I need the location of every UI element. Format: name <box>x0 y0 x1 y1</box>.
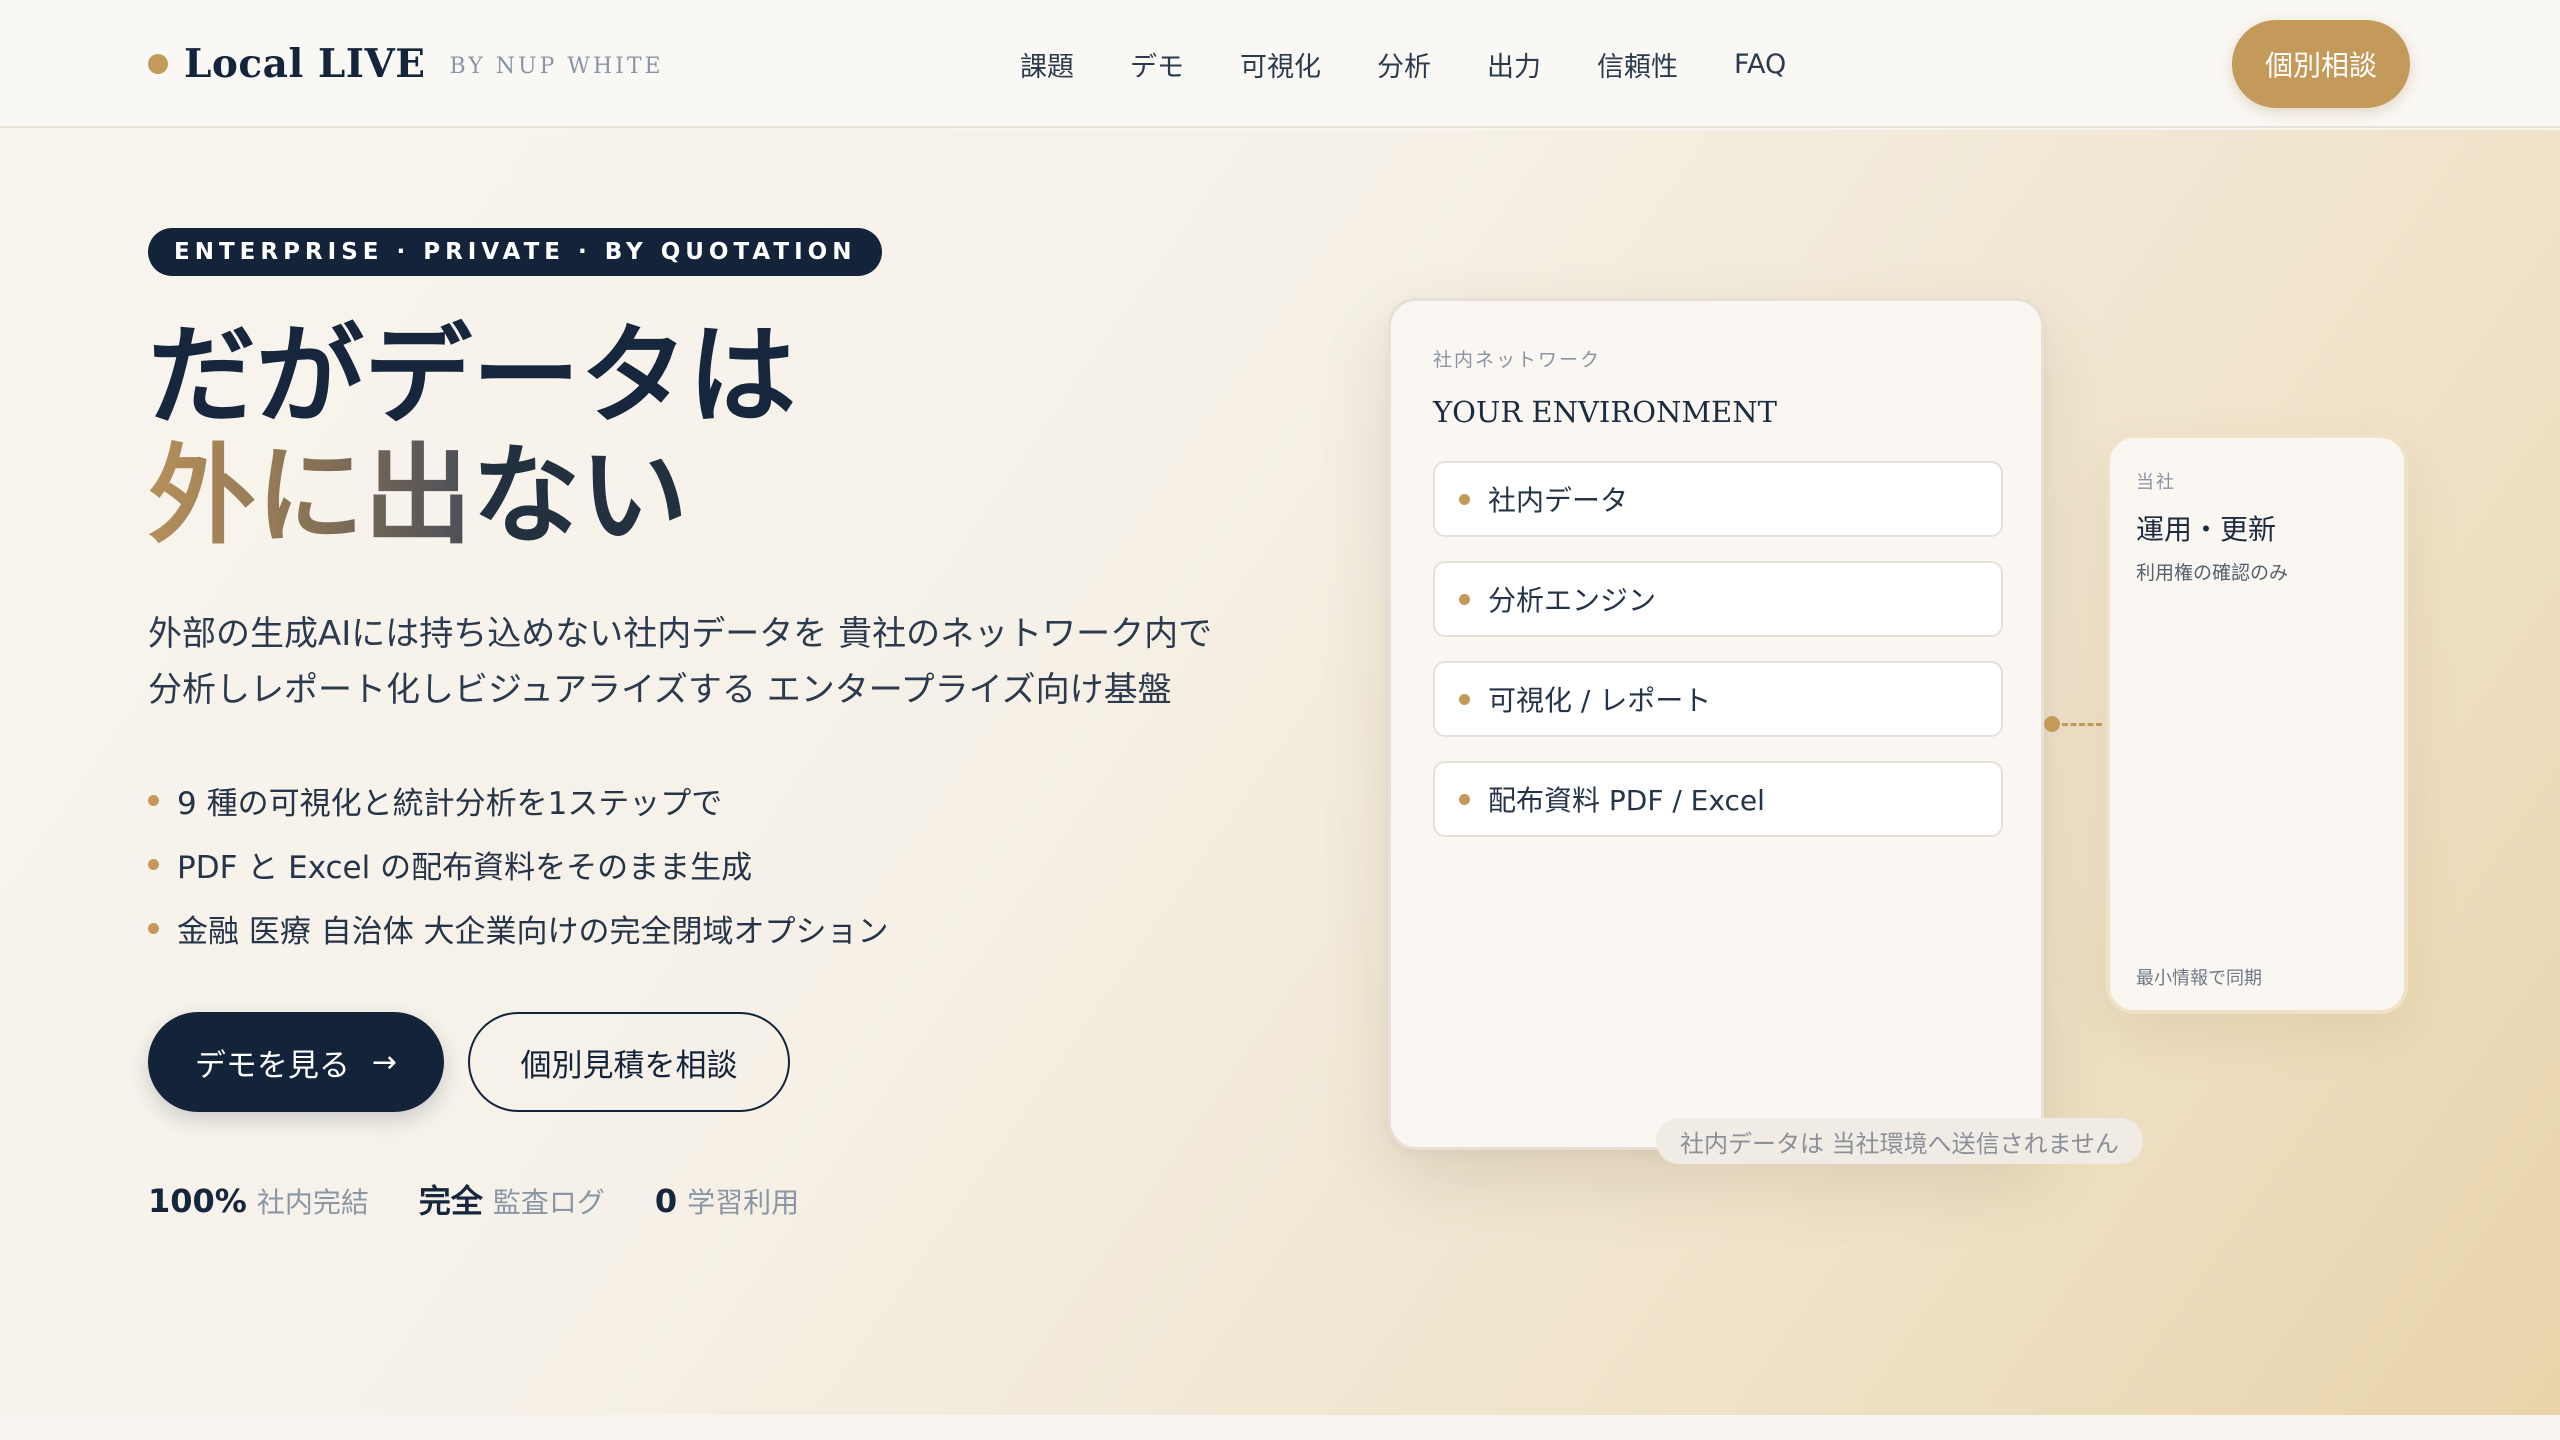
main-nav: 課題 デモ 可視化 分析 出力 信頼性 FAQ <box>1020 40 1842 88</box>
bullet-dot-icon <box>148 794 159 806</box>
privacy-note: 社内データは 当社環境へ送信されません <box>1656 1118 2143 1164</box>
feature-text: PDF と Excel の配布資料をそのまま生成 <box>177 849 753 886</box>
nav-item-output[interactable]: 出力 <box>1487 45 1541 84</box>
stats-row: 100% 社内完結 完全 監査ログ 0 学習利用 <box>148 1176 849 1222</box>
nav-item-reliability[interactable]: 信頼性 <box>1597 45 1678 84</box>
environment-kicker: 社内ネットワーク <box>1433 349 1602 371</box>
environment-item: 社内データ <box>1433 461 2003 537</box>
view-demo-button[interactable]: デモを見る → <box>148 1012 444 1112</box>
company-desc: 利用権の確認のみ <box>2136 562 2289 584</box>
stat-value: 100% <box>148 1182 247 1220</box>
environment-item: 配布資料 PDF / Excel <box>1433 761 2003 837</box>
company-title: 運用・更新 <box>2136 513 2277 546</box>
logo-dot-icon <box>148 54 168 74</box>
site-header: Local LIVE BY NUP WHITE 課題 デモ 可視化 分析 出力 … <box>0 0 2560 128</box>
nav-item-demo[interactable]: デモ <box>1130 45 1184 84</box>
view-demo-label: デモを見る <box>194 1047 350 1084</box>
item-dot-icon <box>1459 493 1470 505</box>
nav-item-issues[interactable]: 課題 <box>1020 45 1074 84</box>
connector-line <box>2044 716 2104 732</box>
brand-name: Local LIVE <box>184 41 426 87</box>
nav-item-analysis[interactable]: 分析 <box>1377 45 1431 84</box>
feature-item: 9 種の可視化と統計分析を1ステップで <box>148 768 889 832</box>
feature-text: 9 種の可視化と統計分析を1ステップで <box>177 785 723 822</box>
lead-line2: 分析しレポート化しビジュアライズする エンタープライズ向け基盤 <box>148 670 1172 710</box>
item-dot-icon <box>1459 593 1470 605</box>
company-kicker: 当社 <box>2136 472 2176 493</box>
company-footnote: 最小情報で同期 <box>2136 968 2262 989</box>
stat-label: 社内完結 <box>256 1186 369 1219</box>
brand-sub: BY NUP WHITE <box>449 53 664 79</box>
quote-consult-button[interactable]: 個別見積を相談 <box>468 1012 790 1112</box>
environment-item: 分析エンジン <box>1433 561 2003 637</box>
environment-item: 可視化 / レポート <box>1433 661 2003 737</box>
stat-item: 0 学習利用 <box>655 1181 799 1221</box>
hero-badge: ENTERPRISE · PRIVATE · BY QUOTATION <box>148 228 883 276</box>
connector-dot-icon <box>2044 716 2060 732</box>
headline-rest: ない <box>472 433 689 559</box>
nav-item-visualization[interactable]: 可視化 <box>1240 45 1321 84</box>
section-divider <box>0 1415 2560 1440</box>
connector-dash <box>2062 723 2102 726</box>
bullet-dot-icon <box>148 858 159 870</box>
lead-line1: 外部の生成AIには持ち込めない社内データを 貴社のネットワーク内で <box>148 614 1213 654</box>
stat-value: 完全 <box>418 1182 483 1220</box>
environment-item-label: 分析エンジン <box>1488 584 1657 617</box>
arrow-right-icon: → <box>371 1044 398 1080</box>
logo[interactable]: Local LIVE BY NUP WHITE <box>148 40 664 88</box>
feature-item: 金融 医療 自治体 大企業向けの完全閉域オプション <box>148 896 889 960</box>
feature-item: PDF と Excel の配布資料をそのまま生成 <box>148 832 889 896</box>
feature-list: 9 種の可視化と統計分析を1ステップで PDF と Excel の配布資料をその… <box>148 768 889 960</box>
item-dot-icon <box>1459 793 1470 805</box>
headline-line2: 外に出ない <box>148 436 796 556</box>
stat-item: 完全 監査ログ <box>419 1176 605 1222</box>
stat-value: 0 <box>654 1182 678 1220</box>
environment-item-label: 社内データ <box>1488 484 1629 517</box>
environment-title: YOUR ENVIRONMENT <box>1433 395 1777 429</box>
environment-item-label: 配布資料 PDF / Excel <box>1488 784 1765 817</box>
feature-text: 金融 医療 自治体 大企業向けの完全閉域オプション <box>177 913 889 950</box>
stat-label: 学習利用 <box>687 1186 800 1219</box>
hero-lead: 外部の生成AIには持ち込めない社内データを 貴社のネットワーク内で 分析しレポー… <box>148 606 1348 718</box>
consult-button[interactable]: 個別相談 <box>2232 20 2410 108</box>
page: Local LIVE BY NUP WHITE 課題 デモ 可視化 分析 出力 … <box>0 0 2560 1440</box>
stat-item: 100% 社内完結 <box>148 1181 369 1221</box>
headline-line1: だがデータは <box>148 313 797 439</box>
hero-headline: だがデータは 外に出ない <box>148 316 796 556</box>
item-dot-icon <box>1459 693 1470 705</box>
nav-item-faq[interactable]: FAQ <box>1734 49 1786 80</box>
bullet-dot-icon <box>148 922 159 934</box>
headline-accent: 外に出 <box>148 433 473 559</box>
company-card: 当社 運用・更新 利用権の確認のみ 最小情報で同期 <box>2106 434 2408 1014</box>
environment-card: 社内ネットワーク YOUR ENVIRONMENT 社内データ 分析エンジン 可… <box>1388 298 2044 1150</box>
environment-list: 社内データ 分析エンジン 可視化 / レポート 配布資料 PDF / Excel <box>1433 461 2003 861</box>
stat-label: 監査ログ <box>492 1186 605 1219</box>
environment-item-label: 可視化 / レポート <box>1488 684 1712 717</box>
